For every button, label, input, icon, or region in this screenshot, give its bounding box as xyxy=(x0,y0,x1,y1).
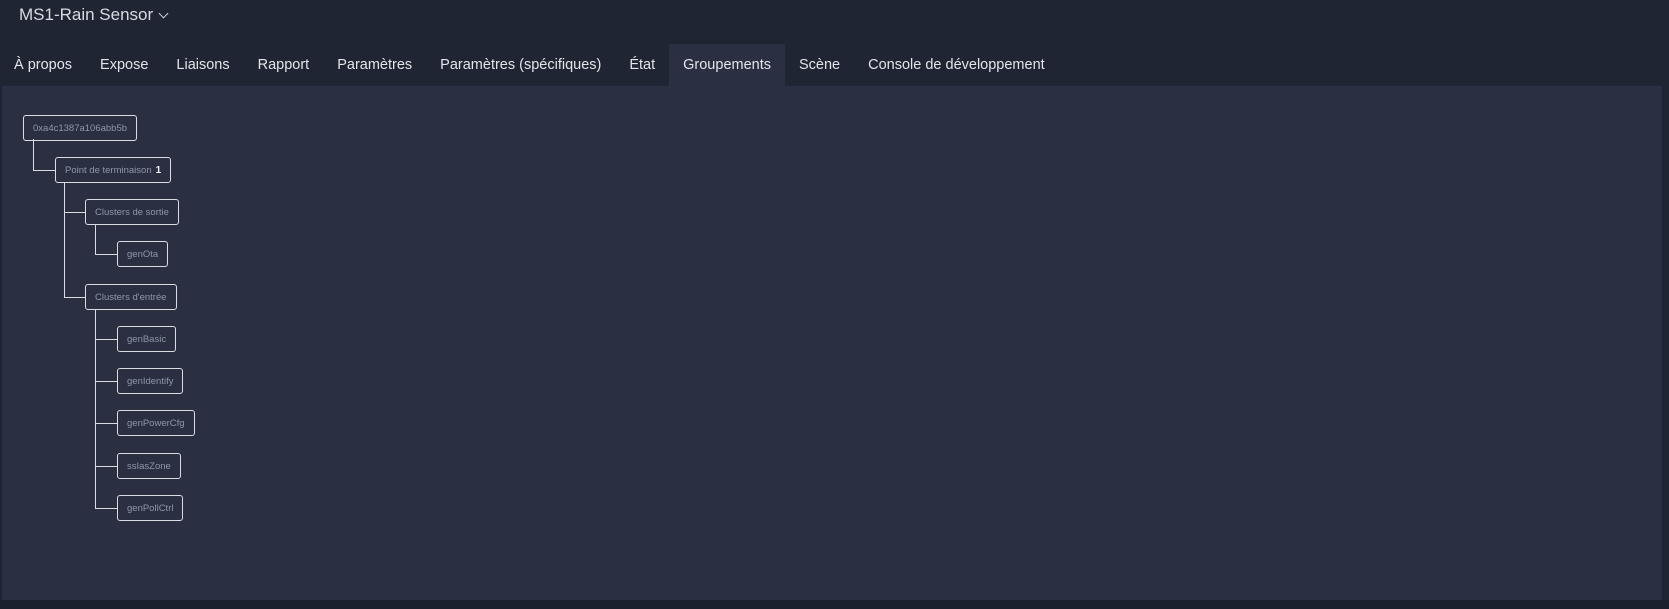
cluster-node-genIdentify[interactable]: genIdentify xyxy=(117,368,184,394)
endpoint-number: 1 xyxy=(155,164,162,176)
input-clusters-label: Clusters d'entrée xyxy=(95,291,167,303)
cluster-node-genPowerCfg[interactable]: genPowerCfg xyxy=(117,410,195,436)
input-clusters-node[interactable]: Clusters d'entrée xyxy=(85,284,177,310)
tab-reporting[interactable]: Rapport xyxy=(244,44,324,86)
cluster-node-ssIasZone[interactable]: ssIasZone xyxy=(117,453,181,479)
tab-clusters[interactable]: Groupements xyxy=(669,44,785,86)
tab-about[interactable]: À propos xyxy=(0,44,86,86)
tab-specific-settings[interactable]: Paramètres (spécifiques) xyxy=(426,44,615,86)
cluster-name: genIdentify xyxy=(127,375,174,387)
cluster-node-genPollCtrl[interactable]: genPollCtrl xyxy=(117,495,184,521)
tab-settings[interactable]: Paramètres xyxy=(323,44,426,86)
device-page: MS1-Rain Sensor À propos Expose Liaisons… xyxy=(0,0,1669,609)
bottom-strip xyxy=(0,600,1669,609)
cluster-tree: 0xa4c1387a106abb5b Point de terminaison … xyxy=(2,86,322,600)
clusters-panel: 0xa4c1387a106abb5b Point de terminaison … xyxy=(2,86,1662,600)
tab-state[interactable]: État xyxy=(615,44,669,86)
endpoint-label: Point de terminaison xyxy=(65,164,152,176)
output-clusters-node[interactable]: Clusters de sortie xyxy=(85,199,179,225)
tab-dev-console[interactable]: Console de développement xyxy=(854,44,1059,86)
cluster-name: genPollCtrl xyxy=(127,502,174,514)
tab-expose[interactable]: Expose xyxy=(86,44,162,86)
device-title-dropdown[interactable]: MS1-Rain Sensor xyxy=(19,5,169,25)
cluster-node-genOta[interactable]: genOta xyxy=(117,241,169,267)
device-address-node[interactable]: 0xa4c1387a106abb5b xyxy=(23,115,138,141)
cluster-node-genBasic[interactable]: genBasic xyxy=(117,326,177,352)
cluster-name: ssIasZone xyxy=(127,460,171,472)
device-address: 0xa4c1387a106abb5b xyxy=(33,122,128,134)
device-name: MS1-Rain Sensor xyxy=(19,5,154,24)
endpoint-node[interactable]: Point de terminaison 1 xyxy=(55,157,172,183)
chevron-down-icon xyxy=(158,8,169,18)
cluster-name: genOta xyxy=(127,248,159,260)
title-bar: MS1-Rain Sensor xyxy=(0,0,1669,44)
tab-scene[interactable]: Scène xyxy=(785,44,854,86)
cluster-name: genPowerCfg xyxy=(127,417,185,429)
tab-bar: À propos Expose Liaisons Rapport Paramèt… xyxy=(0,44,1059,86)
tab-bindings[interactable]: Liaisons xyxy=(162,44,243,86)
output-clusters-label: Clusters de sortie xyxy=(95,206,169,218)
cluster-name: genBasic xyxy=(127,333,167,345)
